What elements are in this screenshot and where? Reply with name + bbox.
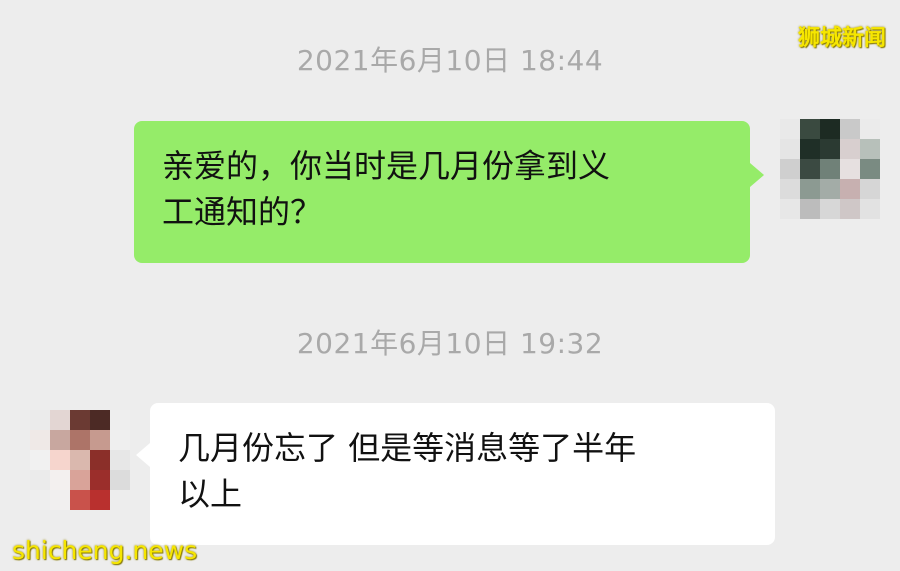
avatar-mosaic-cell [90, 470, 110, 490]
avatar-mosaic-cell [780, 179, 800, 199]
watermark-url-bottom: shicheng.news [12, 536, 198, 565]
avatar-mosaic-cell [50, 470, 70, 490]
avatar-mosaic-cell [840, 139, 860, 159]
avatar-mosaic-cell [110, 470, 130, 490]
avatar-mosaic-cell [30, 410, 50, 430]
outgoing-message-bubble[interactable]: 亲爱的，你当时是几月份拿到义 工通知的？ [134, 121, 764, 263]
avatar-mosaic-cell [800, 179, 820, 199]
avatar-mosaic-cell [860, 119, 880, 139]
avatar-mosaic-cell [840, 119, 860, 139]
self-avatar[interactable] [780, 119, 880, 219]
contact-avatar[interactable] [30, 410, 130, 510]
avatar-mosaic-cell [860, 199, 880, 219]
avatar-mosaic-cell [30, 430, 50, 450]
avatar-mosaic-cell [110, 430, 130, 450]
avatar-mosaic-cell [30, 490, 50, 510]
avatar-mosaic-cell [780, 159, 800, 179]
avatar-mosaic-cell [50, 450, 70, 470]
avatar-mosaic-cell [30, 450, 50, 470]
avatar-mosaic-cell [820, 179, 840, 199]
avatar-mosaic-cell [50, 490, 70, 510]
avatar-mosaic-cell [110, 450, 130, 470]
avatar-mosaic-cell [860, 179, 880, 199]
avatar-mosaic-cell [70, 470, 90, 490]
avatar-mosaic-cell [50, 410, 70, 430]
message-timestamp: 2021年6月10日 18:44 [296, 44, 604, 77]
avatar-mosaic-cell [90, 450, 110, 470]
avatar-mosaic-cell [780, 119, 800, 139]
avatar-mosaic-cell [70, 410, 90, 430]
avatar-mosaic-cell [70, 490, 90, 510]
avatar-mosaic-cell [780, 139, 800, 159]
avatar-mosaic-cell [30, 470, 50, 490]
avatar-mosaic-cell [110, 410, 130, 430]
avatar-mosaic-cell [70, 430, 90, 450]
avatar-mosaic-cell [860, 159, 880, 179]
avatar-mosaic-cell [800, 139, 820, 159]
avatar-mosaic-cell [820, 139, 840, 159]
avatar-mosaic-cell [820, 119, 840, 139]
avatar-mosaic-cell [90, 410, 110, 430]
incoming-message-bubble[interactable]: 几月份忘了 但是等消息等了半年 以上 [136, 403, 775, 545]
avatar-mosaic-cell [860, 139, 880, 159]
avatar-mosaic-cell [840, 179, 860, 199]
avatar-mosaic-cell [800, 159, 820, 179]
avatar-mosaic-cell [820, 159, 840, 179]
avatar-mosaic-cell [780, 199, 800, 219]
message-timestamp: 2021年6月10日 19:32 [296, 327, 604, 360]
avatar-mosaic-cell [110, 490, 130, 510]
avatar-mosaic-cell [840, 199, 860, 219]
avatar-mosaic-cell [70, 450, 90, 470]
avatar-mosaic-cell [800, 199, 820, 219]
avatar-mosaic-cell [800, 119, 820, 139]
avatar-mosaic-cell [840, 159, 860, 179]
avatar-mosaic-cell [50, 430, 70, 450]
avatar-mosaic-cell [820, 199, 840, 219]
avatar-mosaic-cell [90, 430, 110, 450]
avatar-mosaic-cell [90, 490, 110, 510]
